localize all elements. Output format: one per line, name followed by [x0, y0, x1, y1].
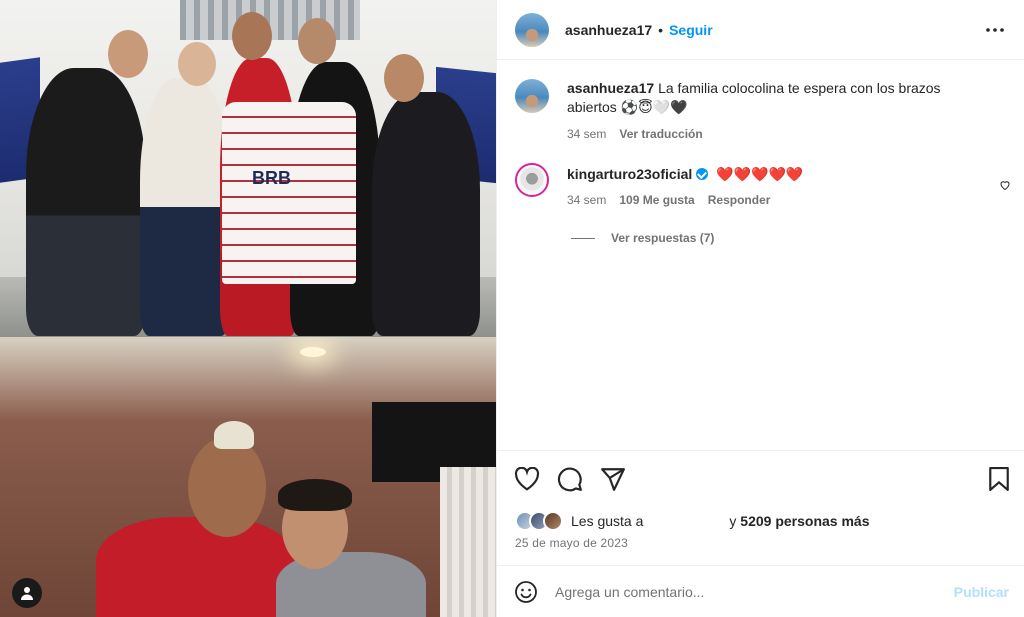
translate-button[interactable]: Ver traducción [619, 125, 702, 144]
verified-badge-icon [696, 168, 709, 180]
comment-likes[interactable]: 109 Me gusta [619, 191, 694, 210]
ceiling-lamp [300, 347, 326, 357]
comment-like-heart-icon[interactable] [999, 178, 1011, 196]
person-red-jacket-head [188, 437, 266, 537]
view-replies-label: Ver respuestas (7) [611, 231, 715, 245]
share-send-icon[interactable] [599, 465, 627, 493]
curtain [440, 467, 496, 617]
liker-avatars[interactable] [515, 511, 563, 531]
likes-middle: y [729, 513, 737, 529]
boy-hair [278, 479, 352, 511]
save-bookmark-icon[interactable] [985, 465, 1013, 493]
liker-avatar-3 [543, 511, 563, 531]
comment-meta: 34 sem 109 Me gusta Responder [567, 191, 987, 210]
post-date[interactable]: 25 de mayo de 2023 [515, 536, 628, 550]
publish-button[interactable]: Publicar [954, 584, 1009, 600]
person-4-head [298, 18, 336, 64]
reply-button[interactable]: Responder [708, 191, 771, 210]
author-username[interactable]: asanhueza17 [565, 22, 652, 38]
caption-body: asanhueza17 La familia colocolina te esp… [567, 79, 987, 144]
person-1-head [108, 30, 148, 78]
person-1 [26, 68, 146, 336]
person-red-jacket [96, 517, 296, 617]
like-heart-icon[interactable] [513, 465, 541, 493]
caption-meta: 34 sem Ver traducción [567, 125, 987, 144]
likes-summary: Les gusta a y 5209 personas más [515, 511, 869, 531]
photo-selfie [0, 337, 496, 617]
comment-bubble-icon[interactable] [556, 465, 584, 493]
comment-body: kingarturo23oficial ❤️❤️❤️❤️❤️ 34 sem 10… [567, 165, 987, 210]
comment-input[interactable] [555, 583, 935, 600]
comments-section: asanhueza17 La familia colocolina te esp… [497, 60, 1024, 450]
likes-count[interactable]: 5209 personas más [740, 513, 869, 529]
person-5-head [384, 54, 424, 102]
post-sidebar: asanhueza17 • Seguir asanhueza17 La fami… [496, 0, 1024, 617]
header-separator: • [658, 21, 664, 38]
jersey-sponsor: BRB [252, 168, 291, 188]
author-avatar[interactable] [515, 12, 549, 47]
follow-button[interactable]: Seguir [669, 22, 713, 38]
mohawk-hair [214, 421, 254, 449]
likes-prefix: Les gusta a [571, 513, 644, 529]
caption-time[interactable]: 34 sem [567, 125, 606, 144]
commenter-avatar[interactable] [515, 163, 549, 197]
caption-username[interactable]: asanhueza17 [567, 80, 654, 96]
caption-avatar[interactable] [515, 79, 549, 113]
tagged-users-icon[interactable] [12, 578, 42, 608]
person-5 [372, 92, 480, 336]
person-2 [140, 78, 230, 336]
photo-group-with-jersey: BRB [0, 0, 496, 337]
post-header: asanhueza17 • Seguir [497, 0, 1024, 60]
comment-text: ❤️❤️❤️❤️❤️ [716, 166, 804, 182]
post-media[interactable]: BRB [0, 0, 496, 617]
person-3-head [232, 12, 272, 60]
person-2-head [178, 42, 216, 86]
jersey: BRB [222, 102, 356, 284]
post-actions: Les gusta a y 5209 personas más 25 de ma… [497, 450, 1024, 565]
more-horizontal-icon[interactable] [985, 20, 1005, 40]
comment-time[interactable]: 34 sem [567, 191, 606, 210]
emoji-smiley-icon[interactable] [513, 579, 539, 605]
replies-line [571, 237, 595, 239]
view-replies-button[interactable]: Ver respuestas (7) [571, 231, 714, 245]
comment-username[interactable]: kingarturo23oficial [567, 166, 692, 182]
add-comment-bar: Publicar [497, 565, 1024, 617]
